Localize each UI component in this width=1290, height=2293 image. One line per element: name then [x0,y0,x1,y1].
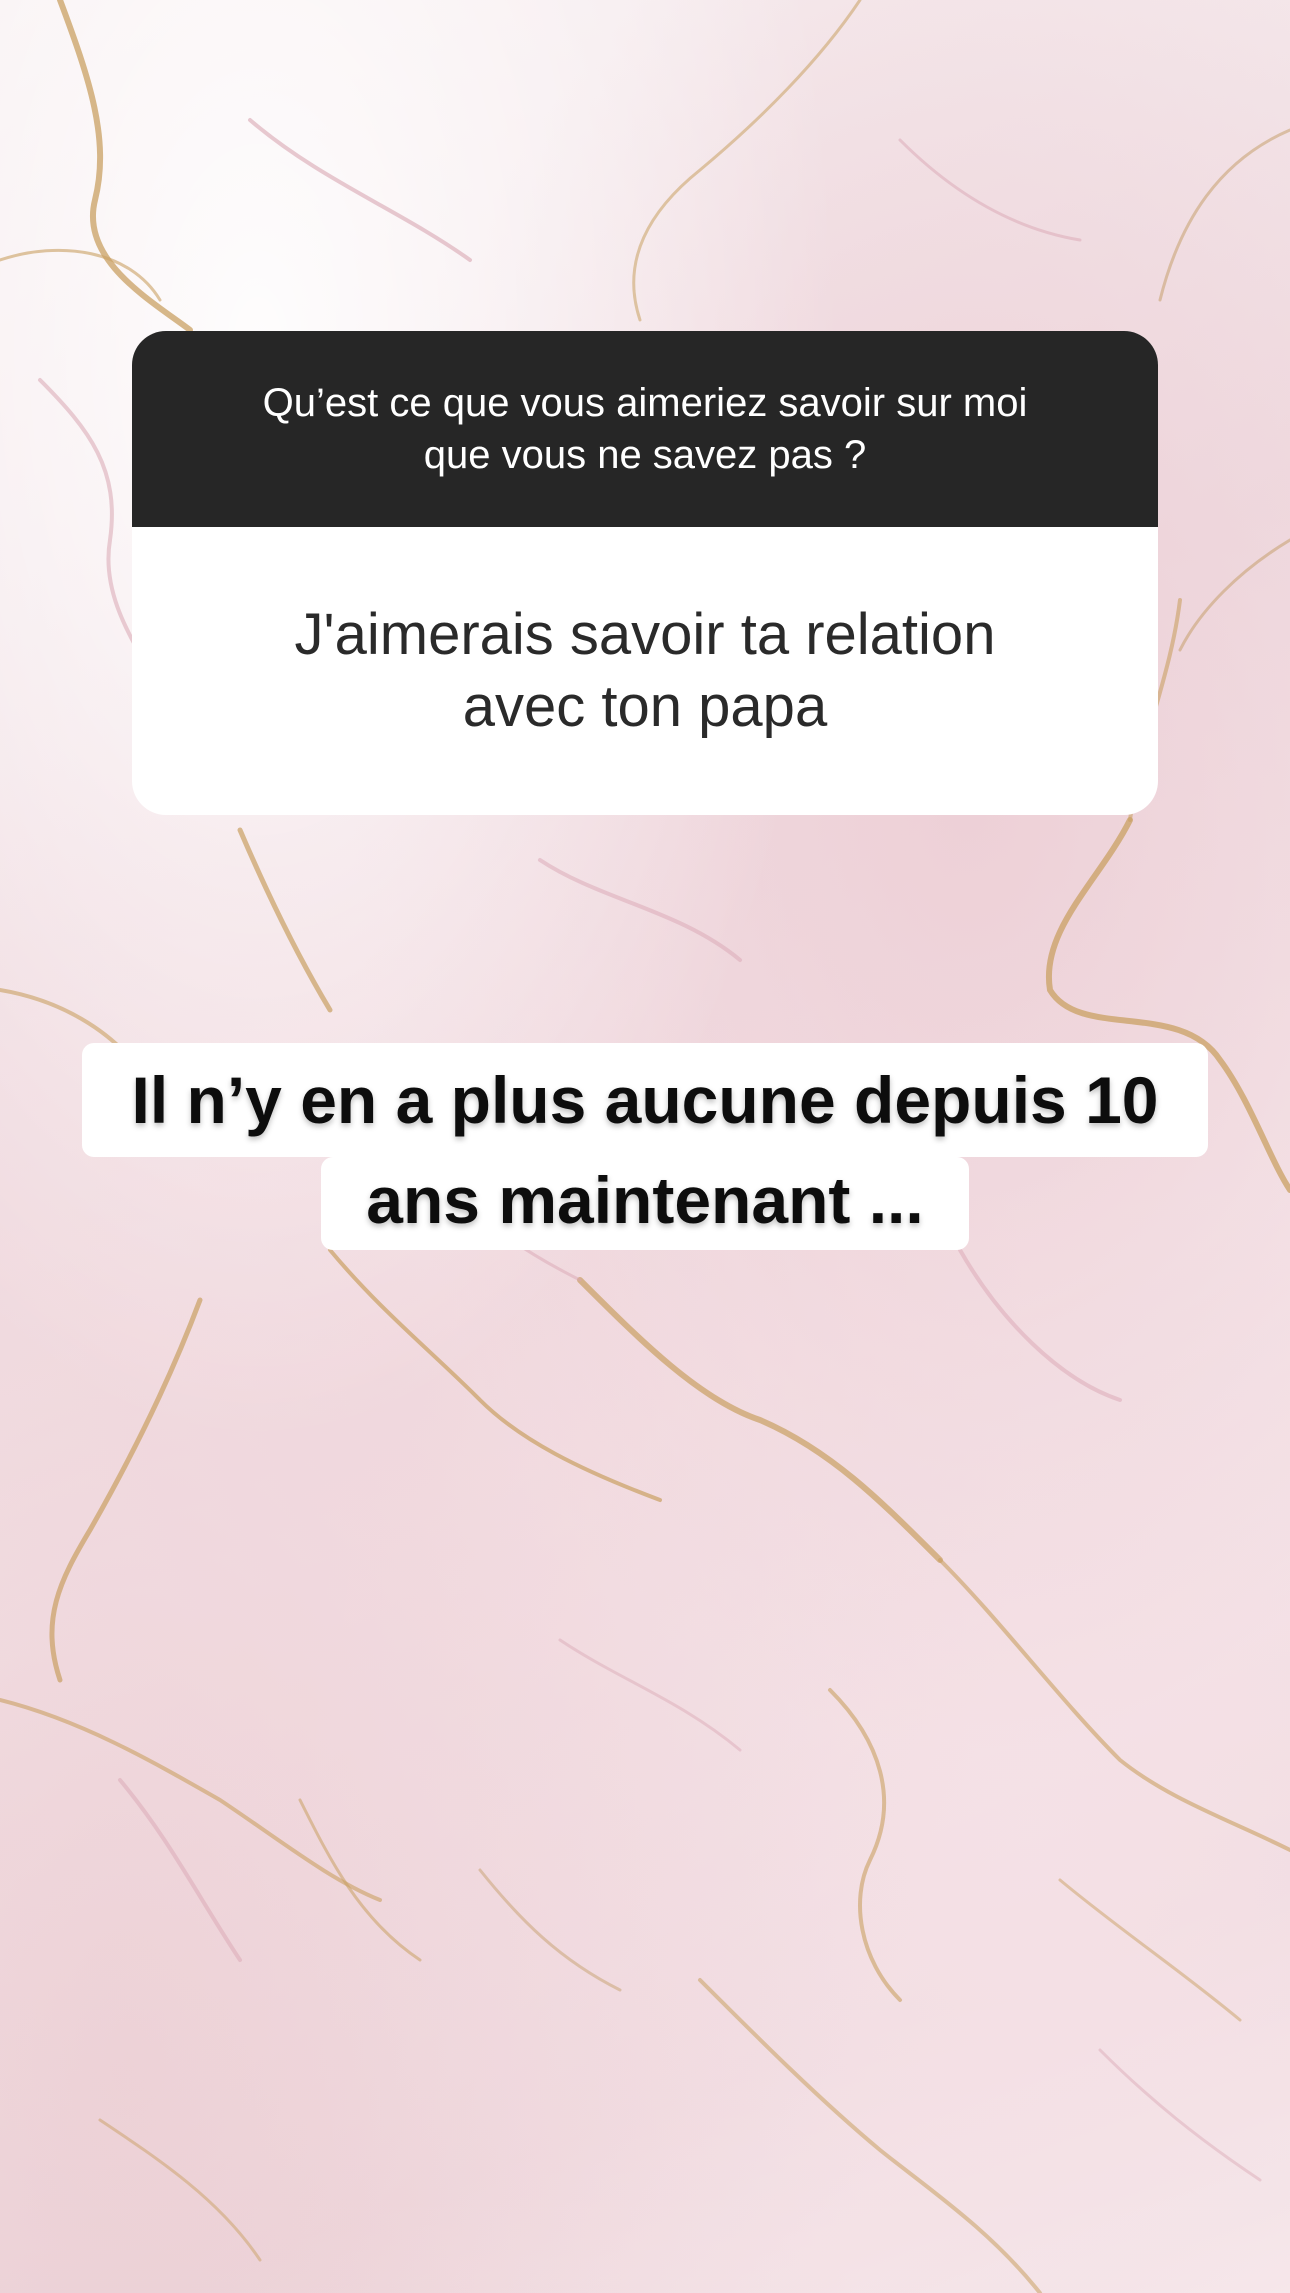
question-sticker-answer: J'aimerais savoir ta relation avec ton p… [132,527,1158,815]
question-text: Qu’est ce que vous aimeriez savoir sur m… [262,381,1028,477]
answer-text: J'aimerais savoir ta relation avec ton p… [294,602,996,739]
caption-line-1[interactable]: Il n’y en a plus aucune depuis 10 [82,1043,1208,1157]
caption-line-2[interactable]: ans maintenant ... [321,1157,969,1250]
question-sticker-header: Qu’est ce que vous aimeriez savoir sur m… [132,331,1158,527]
question-sticker[interactable]: Qu’est ce que vous aimeriez savoir sur m… [132,331,1158,815]
